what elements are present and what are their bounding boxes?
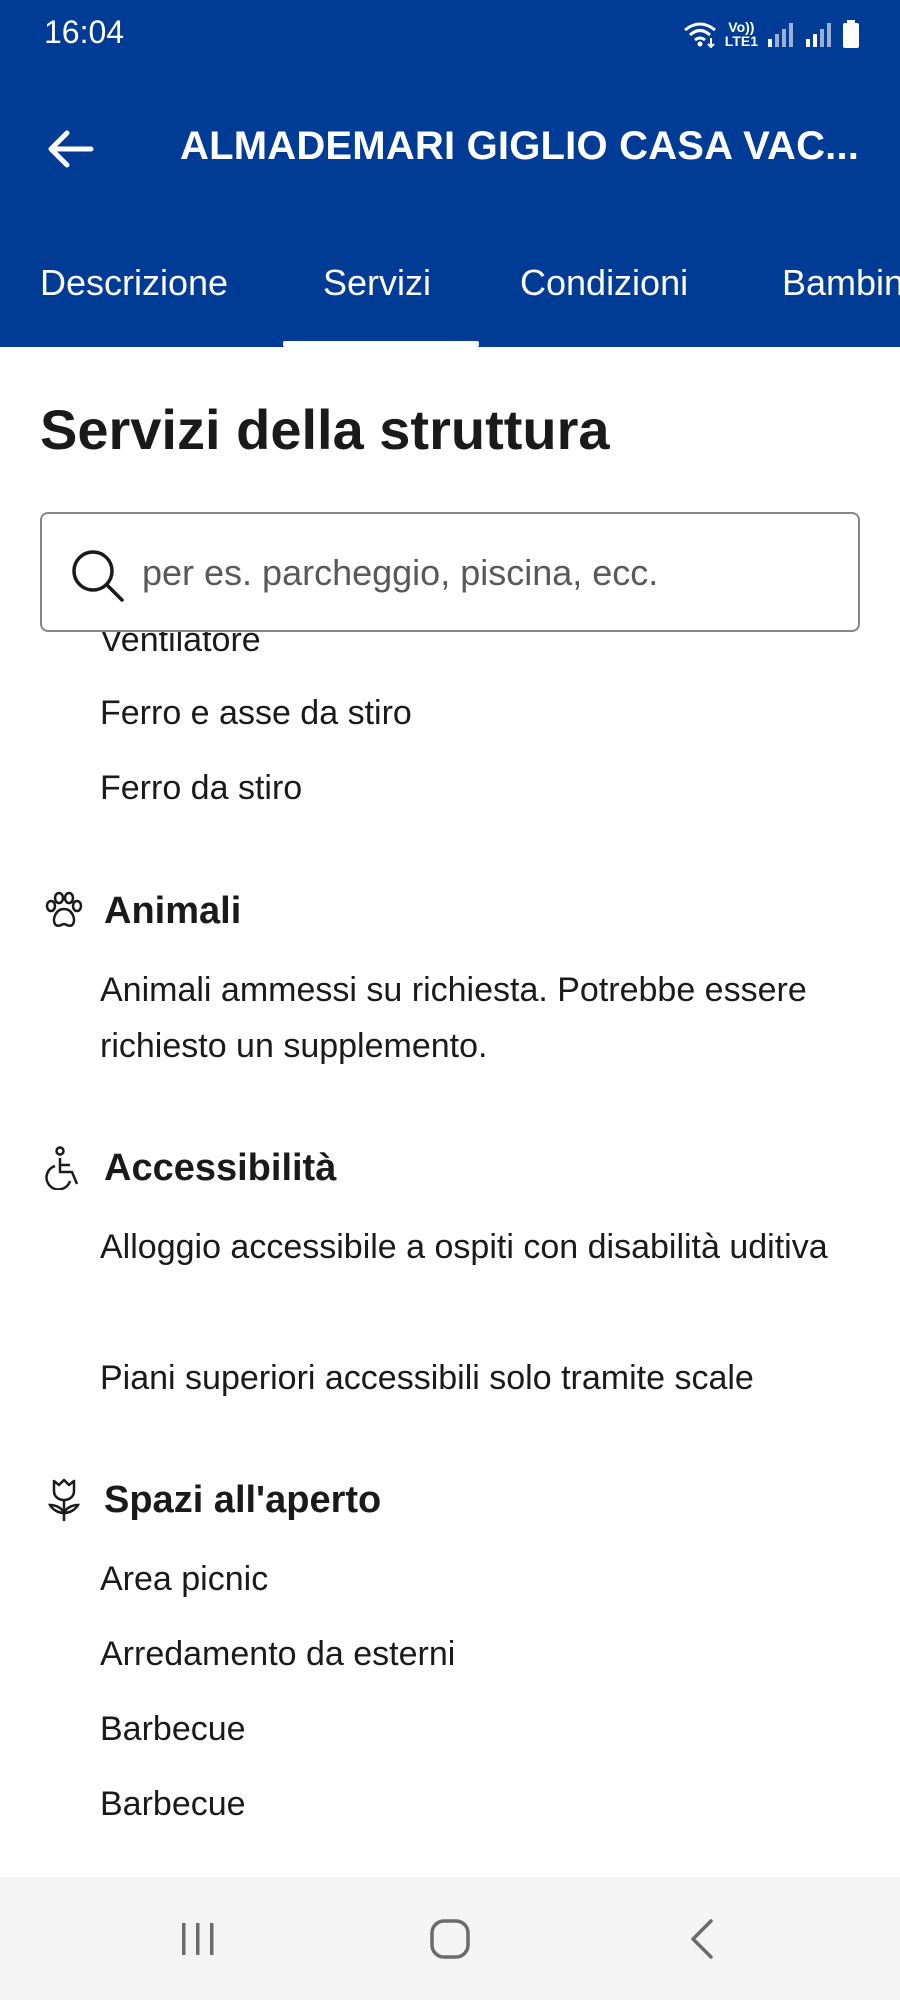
list-item: Arredamento da esterni <box>100 1635 456 1673</box>
status-bar: 16:04 Vo)) LTE1 <box>0 0 900 68</box>
list-item: Piani superiori accessibili solo tramite… <box>100 1359 754 1397</box>
home-icon <box>430 1919 470 1959</box>
list-item: Alloggio accessibile a ospiti con disabi… <box>100 1228 828 1266</box>
list-item: Area picnic <box>100 1560 269 1598</box>
flower-icon <box>40 1476 88 1524</box>
search-input[interactable] <box>142 536 842 610</box>
section-title: Accessibilità <box>104 1146 337 1189</box>
page-title: Servizi della struttura <box>40 398 610 461</box>
wheelchair-icon <box>40 1144 88 1192</box>
list-item: Barbecue <box>100 1785 246 1823</box>
wifi-icon <box>683 22 716 48</box>
tab-descrizione[interactable]: Descrizione <box>40 262 228 304</box>
back-nav-button[interactable] <box>662 1907 742 1971</box>
lte-indicator: Vo)) LTE1 <box>724 19 758 49</box>
back-button[interactable] <box>36 114 106 184</box>
home-button[interactable] <box>410 1907 490 1971</box>
tab-bambini[interactable]: Bambini <box>782 262 900 304</box>
section-title: Spazi all'aperto <box>104 1478 382 1521</box>
paw-icon <box>40 887 88 935</box>
section-title: Animali <box>104 889 242 932</box>
app-bar: ALMADEMARI GIGLIO CASA VAC... <box>0 90 900 210</box>
search-icon <box>72 550 124 602</box>
arrow-left-icon <box>48 130 94 168</box>
section-header-spazi-aperto: Spazi all'aperto <box>40 1470 381 1530</box>
facilities-content: Servizi della struttura Ventilatore Ferr… <box>0 347 900 1877</box>
status-icons: Vo)) LTE1 <box>683 14 860 54</box>
tab-bar: Descrizione Servizi Condizioni Bambini <box>0 250 900 347</box>
section-header-animali: Animali <box>40 881 241 941</box>
tab-servizi[interactable]: Servizi <box>323 262 431 304</box>
property-title: ALMADEMARI GIGLIO CASA VAC... <box>180 124 860 168</box>
status-time: 16:04 <box>44 14 125 50</box>
system-nav-bar <box>0 1877 900 2000</box>
list-item: Barbecue <box>100 1710 246 1748</box>
battery-icon <box>843 20 859 48</box>
recent-apps-icon <box>182 1923 214 1955</box>
list-item: Ferro da stiro <box>100 769 303 807</box>
section-header-accessibilita: Accessibilità <box>40 1138 336 1198</box>
signal-icon-2 <box>806 23 831 47</box>
search-box[interactable] <box>40 512 860 632</box>
list-item: Animali ammessi su richiesta. Potrebbe e… <box>100 971 807 1065</box>
list-item: Ferro e asse da stiro <box>100 694 412 732</box>
signal-icon-1 <box>768 23 793 47</box>
recent-apps-button[interactable] <box>158 1907 238 1971</box>
chevron-left-icon <box>691 1919 713 1959</box>
tab-condizioni[interactable]: Condizioni <box>520 262 688 304</box>
app-header: 16:04 Vo)) LTE1 ALMADEMARI GIGLIO CASA V… <box>0 0 900 347</box>
